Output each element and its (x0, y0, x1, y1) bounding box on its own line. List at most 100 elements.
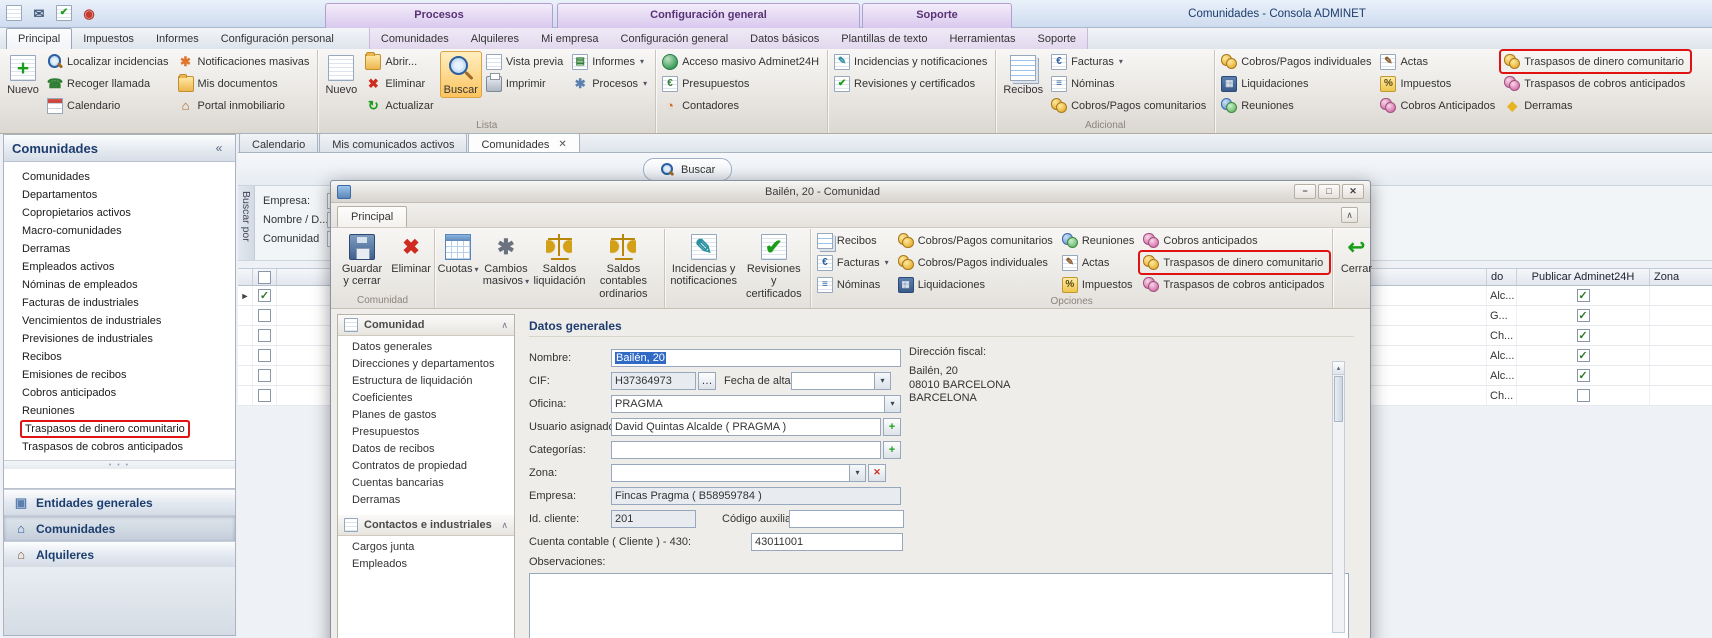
notificaciones-masivas-button[interactable]: ✱Notificaciones masivas (175, 51, 315, 72)
ribbon-tab[interactable]: Plantillas de texto (830, 29, 938, 49)
contadores-button[interactable]: ◔Contadores (659, 95, 824, 116)
minimize-icon[interactable]: − (1294, 184, 1316, 199)
sidebar-item[interactable]: Traspasos de dinero comunitario (4, 420, 235, 438)
usuario-lookup-button[interactable] (883, 418, 901, 436)
cobros-pagos-individuales-button[interactable]: Cobros/Pagos individuales (895, 252, 1058, 273)
zona-clear-button[interactable] (868, 464, 886, 482)
publicar-checkbox[interactable] (1577, 369, 1590, 382)
close-icon[interactable]: ✕ (1342, 184, 1364, 199)
cuenta-contable-input[interactable]: 43011001 (751, 533, 903, 551)
nav-item[interactable]: Presupuestos (338, 424, 514, 441)
ribbon-tab[interactable]: Mi empresa (530, 29, 609, 49)
nav-item[interactable]: Contratos de propiedad (338, 458, 514, 475)
row-checkbox[interactable] (258, 329, 271, 342)
ribbon-tab[interactable]: Datos básicos (739, 29, 830, 49)
fecha-alta-input[interactable] (791, 372, 891, 390)
nombre-input[interactable]: Bailén, 20 (611, 349, 901, 367)
row-checkbox[interactable] (258, 289, 271, 302)
usuario-asignado-input[interactable]: David Quintas Alcalde ( PRAGMA ) (611, 418, 881, 436)
ribbon-tab[interactable]: Herramientas (938, 29, 1026, 49)
cobros-pagos-individuales-button[interactable]: Cobros/Pagos individuales (1218, 51, 1376, 72)
acceso-masivo-adminet24h-button[interactable]: Acceso masivo Adminet24H (659, 51, 824, 72)
cobros-anticipados-button[interactable]: Cobros anticipados (1140, 230, 1329, 251)
sidebar-item[interactable]: Traspasos de cobros anticipados (4, 438, 235, 456)
sidebar-nav-item[interactable]: ▣Entidades generales (4, 489, 235, 515)
nuevo-button[interactable]: Nuevo (321, 51, 361, 98)
select-all-checkbox[interactable] (258, 271, 271, 284)
recibos-button[interactable]: Recibos (814, 230, 894, 251)
publicar-checkbox[interactable] (1577, 389, 1590, 402)
cif-browse-button[interactable] (698, 372, 716, 390)
buscar-button[interactable]: Buscar (440, 51, 482, 98)
row-checkbox[interactable] (258, 369, 271, 382)
cobros-pagos-comunitarios-button[interactable]: Cobros/Pagos comunitarios (1048, 95, 1211, 116)
nominas-button[interactable]: ≡Nóminas (814, 274, 894, 295)
liquidaciones-button[interactable]: ▦Liquidaciones (895, 274, 1058, 295)
facturas-button[interactable]: €Facturas▾ (814, 252, 894, 273)
record-icon[interactable]: ◉ (81, 5, 97, 21)
nav-item[interactable]: Coeficientes (338, 390, 514, 407)
close-tab-icon[interactable] (558, 139, 566, 150)
saldos-liquidacion-button[interactable]: Saldos liquidación (534, 230, 586, 290)
reuniones-button[interactable]: Reuniones (1218, 95, 1376, 116)
document-tab[interactable]: Calendario (239, 133, 318, 152)
nav-item[interactable]: Datos generales (338, 339, 514, 356)
zona-select[interactable] (611, 464, 866, 482)
revisiones-y-certificados-button[interactable]: ✔Revisiones y certificados (741, 230, 807, 302)
dropdown-arrow-icon[interactable] (849, 465, 865, 481)
facturas-button[interactable]: €Facturas▾ (1048, 51, 1211, 72)
column-header[interactable]: Publicar Adminet24H (1517, 269, 1650, 285)
publicar-checkbox[interactable] (1577, 329, 1590, 342)
sidebar-item[interactable]: Emisiones de recibos (4, 366, 235, 384)
sidebar-item[interactable]: Empleados activos (4, 258, 235, 276)
cobros-anticipados-button[interactable]: Cobros Anticipados (1377, 95, 1500, 116)
sidebar-item[interactable]: Nóminas de empleados (4, 276, 235, 294)
vista-previa-button[interactable]: Vista previa (483, 51, 568, 72)
revisiones-y-certificados-button[interactable]: ✔Revisiones y certificados (831, 73, 992, 94)
collapse-sidebar-button[interactable] (211, 141, 227, 155)
maximize-icon[interactable]: □ (1318, 184, 1340, 199)
ribbon-tab[interactable]: Informes (145, 29, 210, 49)
sidebar-item[interactable]: Cobros anticipados (4, 384, 235, 402)
nav-item[interactable]: Planes de gastos (338, 407, 514, 424)
incidencias-y-notificaciones-button[interactable]: ✎Incidencias y notificaciones (831, 51, 992, 72)
cif-input[interactable]: H37364973 (611, 372, 696, 390)
sidebar-item[interactable]: Facturas de industriales (4, 294, 235, 312)
empresa-input[interactable]: Fincas Pragma ( B58959784 ) (611, 487, 901, 505)
eliminar-button[interactable]: ✖Eliminar (362, 73, 438, 94)
dropdown-arrow-icon[interactable] (874, 373, 890, 389)
mis-documentos-button[interactable]: Mis documentos (175, 73, 315, 94)
derramas-button[interactable]: ◆Derramas (1501, 95, 1690, 116)
ribbon-tab[interactable]: Impuestos (72, 29, 145, 49)
nuevo-button[interactable]: +Nuevo (3, 51, 43, 98)
ribbon-tab[interactable]: Soporte (1027, 29, 1088, 49)
impuestos-button[interactable]: %Impuestos (1059, 274, 1140, 295)
row-checkbox[interactable] (258, 309, 271, 322)
publicar-checkbox[interactable] (1577, 289, 1590, 302)
column-header[interactable]: Zona (1650, 269, 1712, 285)
codigo-auxiliar-input[interactable] (789, 510, 904, 528)
docok-icon[interactable]: ✔ (56, 5, 72, 21)
nav-section-comunidad[interactable]: Comunidad (338, 315, 514, 336)
nav-item[interactable]: Datos de recibos (338, 441, 514, 458)
sidebar-item[interactable]: Derramas (4, 240, 235, 258)
procesos-button[interactable]: ✱Procesos▾ (569, 73, 652, 94)
reuniones-button[interactable]: Reuniones (1059, 230, 1140, 251)
traspasos-de-dinero-comunitario-button[interactable]: Traspasos de dinero comunitario (1140, 252, 1329, 273)
sidebar-nav-item[interactable]: ⌂Comunidades (4, 515, 235, 541)
sidebar-item[interactable]: Copropietarios activos (4, 204, 235, 222)
actas-button[interactable]: ✎Actas (1377, 51, 1500, 72)
sidebar-item[interactable]: Comunidades (4, 168, 235, 186)
saldos-contables-ordinarios-button[interactable]: Saldos contables ordinarios (586, 230, 660, 302)
imprimir-button[interactable]: Imprimir (483, 73, 568, 94)
dialog-title-bar[interactable]: Bailén, 20 - Comunidad −□✕ (331, 181, 1370, 203)
scrollbar-thumb[interactable] (1334, 376, 1343, 422)
id-cliente-input[interactable]: 201 (611, 510, 696, 528)
buscar-por-vertical-tab[interactable]: Buscar por (238, 186, 255, 260)
row-checkbox[interactable] (258, 349, 271, 362)
ribbon-tab[interactable]: Principal (6, 28, 72, 49)
nav-item[interactable]: Estructura de liquidación (338, 373, 514, 390)
cambios-masivos-button[interactable]: ✱Cambios masivos▾ (479, 230, 533, 290)
categorias-add-button[interactable] (883, 441, 901, 459)
scroll-up-icon[interactable] (1333, 362, 1344, 375)
